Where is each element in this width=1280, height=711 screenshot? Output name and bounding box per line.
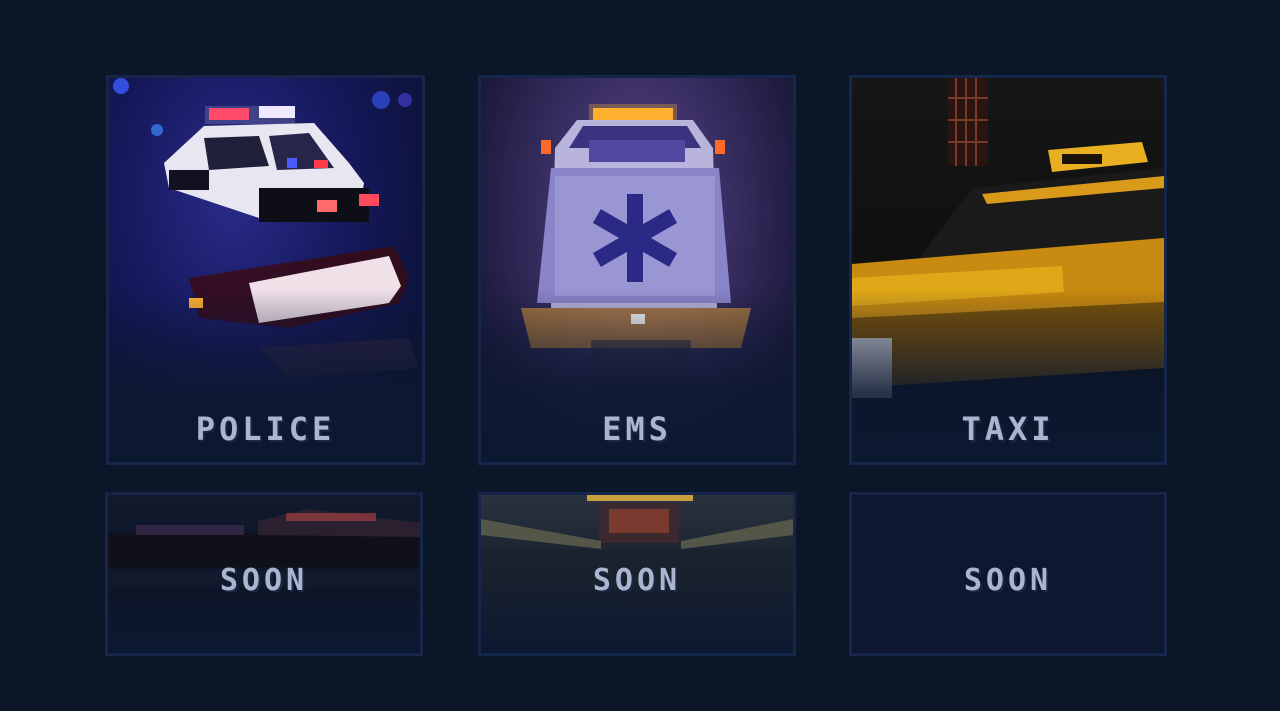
job-card-taxi[interactable]: TAXI xyxy=(849,75,1167,465)
job-card-soon-3[interactable]: SOON xyxy=(849,492,1167,656)
job-label-taxi: TAXI xyxy=(961,410,1055,448)
job-card-soon-1[interactable]: SOON xyxy=(105,492,423,656)
soon-label-3: SOON xyxy=(963,563,1053,598)
job-label-police: POLICE xyxy=(195,410,336,448)
job-label-ems: EMS xyxy=(602,410,672,448)
soon-label-2: SOON xyxy=(592,563,682,598)
job-selection-screen: POLICE EMS TAXI SOON SOON SOON xyxy=(0,0,1280,711)
job-card-ems[interactable]: EMS xyxy=(478,75,796,465)
job-card-soon-2[interactable]: SOON xyxy=(478,492,796,656)
soon-label-1: SOON xyxy=(219,563,309,598)
job-card-police[interactable]: POLICE xyxy=(106,75,425,465)
